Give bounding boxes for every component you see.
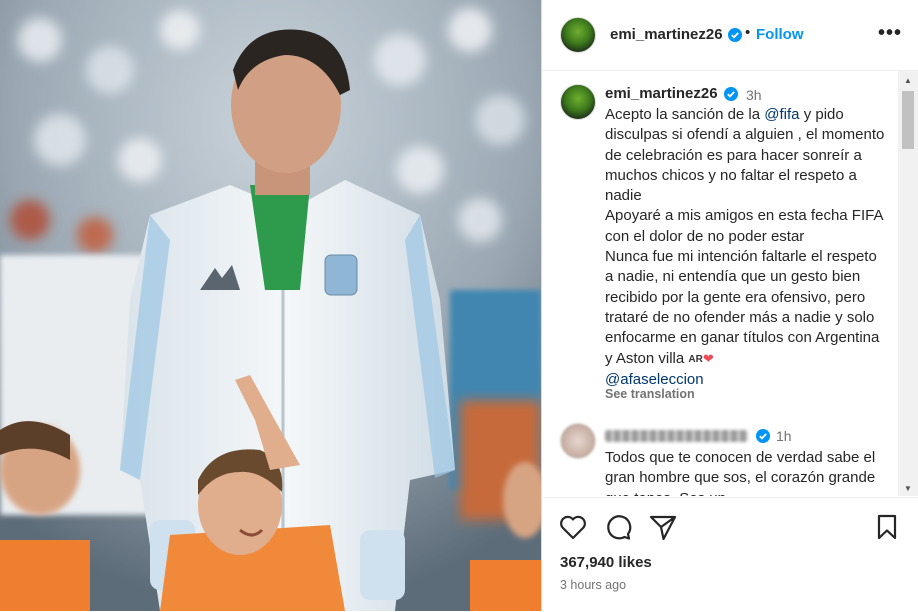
author-username[interactable]: emi_martinez26 xyxy=(610,26,723,43)
post-side-panel: emi_martinez26 • Follow ••• emi_martinez… xyxy=(541,0,918,611)
mention-afaseleccion[interactable]: @afaseleccion xyxy=(605,371,704,388)
heart-emoji: ❤ xyxy=(702,350,714,366)
commenter-avatar[interactable] xyxy=(560,423,596,459)
argentina-flag-emoji: AR xyxy=(688,353,703,365)
header-separator: • xyxy=(745,24,751,41)
caption-text-part1: Acepto la sanción de la xyxy=(605,106,765,123)
comment-icon[interactable] xyxy=(603,512,633,542)
post-header: emi_martinez26 • Follow ••• xyxy=(542,0,918,71)
verified-badge-icon xyxy=(756,429,770,443)
comments-section: emi_martinez26 3h Acepto la sanción de l… xyxy=(542,71,897,496)
caption-text: Acepto la sanción de la @fifa y pido dis… xyxy=(605,105,885,390)
verified-badge-icon xyxy=(724,87,738,101)
comment-timestamp[interactable]: 1h xyxy=(776,428,792,444)
follow-button[interactable]: Follow xyxy=(756,26,804,43)
comment-text: Todos que te conocen de verdad sabe el g… xyxy=(605,449,876,496)
post-timestamp[interactable]: 3 hours ago xyxy=(560,578,626,592)
heart-icon[interactable] xyxy=(558,512,588,542)
likes-count[interactable]: 367,940 likes xyxy=(560,554,652,571)
see-translation-link[interactable]: See translation xyxy=(605,387,695,401)
scroll-down-icon[interactable]: ▼ xyxy=(904,484,912,493)
share-icon[interactable] xyxy=(648,512,678,542)
scrollbar-thumb[interactable] xyxy=(902,91,914,149)
scroll-up-icon[interactable]: ▲ xyxy=(904,76,912,85)
caption-username[interactable]: emi_martinez26 xyxy=(605,85,718,102)
post-photo[interactable] xyxy=(0,0,541,611)
verified-badge-icon xyxy=(728,28,742,42)
post-actions: 367,940 likes 3 hours ago xyxy=(542,497,918,612)
comments-scrollbar[interactable]: ▲ ▼ xyxy=(898,71,918,496)
bookmark-icon[interactable] xyxy=(872,512,902,542)
more-options-icon[interactable]: ••• xyxy=(878,22,902,45)
commenter-username-blurred[interactable] xyxy=(605,430,748,442)
caption-text-part2: y pido disculpas si ofendí a alguien , e… xyxy=(605,106,885,367)
caption-timestamp[interactable]: 3h xyxy=(746,87,762,103)
mention-fifa[interactable]: @fifa xyxy=(764,106,799,123)
post-photo-illustration xyxy=(0,0,541,611)
caption-avatar[interactable] xyxy=(560,84,596,120)
author-avatar[interactable] xyxy=(560,17,596,53)
